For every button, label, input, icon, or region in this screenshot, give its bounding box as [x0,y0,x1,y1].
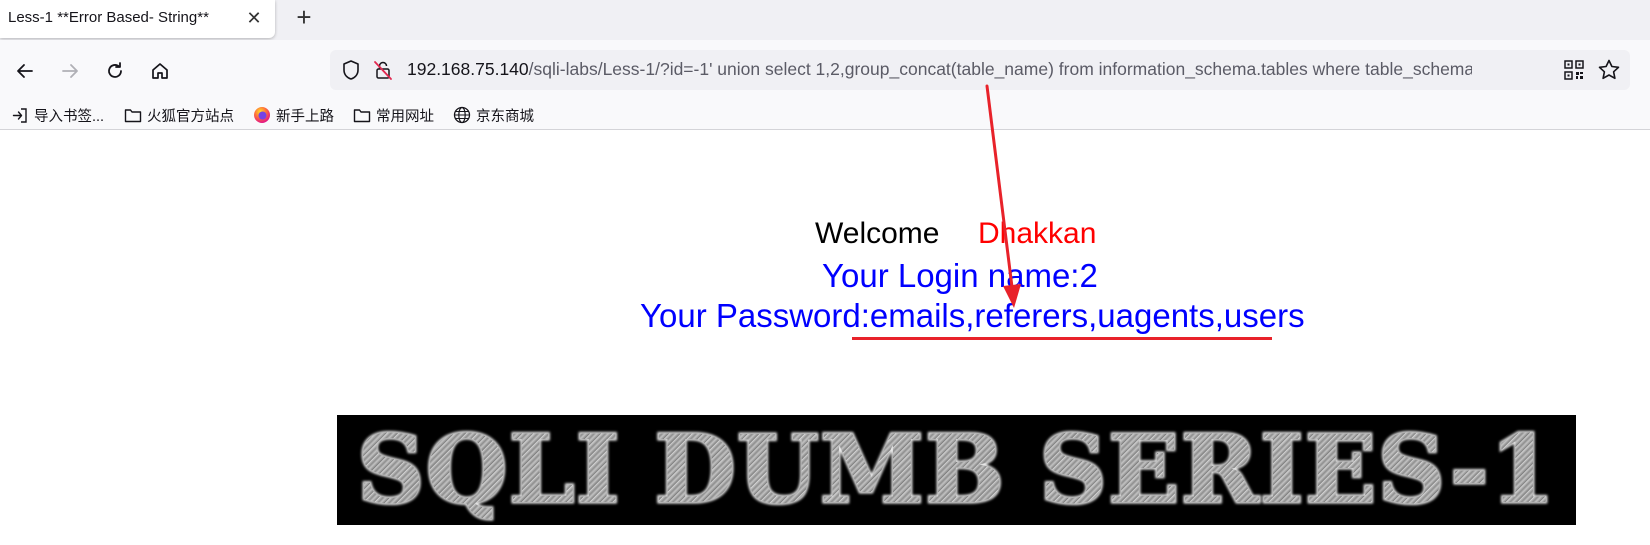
url-bar[interactable]: 192.168.75.140/sqli-labs/Less-1/?id=-1' … [330,50,1630,90]
shield-icon[interactable] [340,59,362,86]
banner-text: SQLI DUMB SERIES-1 [337,415,1576,525]
tab-title: Less-1 **Error Based- String** [8,9,209,26]
insecure-lock-icon[interactable] [372,59,394,86]
bookmark-label: 导入书签... [34,108,105,125]
folder-icon [124,108,142,122]
bookmark-getting-started[interactable]: 新手上路 [253,103,334,127]
bookmark-label: 火狐官方站点 [147,108,234,125]
bookmark-label: 常用网址 [376,108,434,125]
welcome-text: Welcome [815,217,940,250]
arrow-right-icon[interactable] [55,56,85,86]
url-host: 192.168.75.140 [407,59,529,79]
url-input[interactable]: 192.168.75.140/sqli-labs/Less-1/?id=-1' … [407,59,1472,80]
welcome-name: Dhakkan [978,217,1097,250]
reload-icon[interactable] [100,56,130,86]
folder-icon [353,108,371,122]
bookmark-common-sites[interactable]: 常用网址 [353,103,434,127]
globe-icon [453,106,471,124]
arrow-left-icon[interactable] [10,56,40,86]
bookmark-firefox-official[interactable]: 火狐官方站点 [124,103,234,127]
page-content: Welcome Dhakkan Your Login name:2 Your P… [0,131,1650,545]
tab-active[interactable]: Less-1 **Error Based- String** ✕ [0,0,275,38]
bookmark-import[interactable]: 导入书签... [12,103,104,127]
login-name-text: Your Login name:2 [822,257,1098,294]
navigation-bar: 192.168.75.140/sqli-labs/Less-1/?id=-1' … [0,40,1650,102]
password-text: Your Password:emails,referers,uagents,us… [640,297,1305,334]
bookmark-label: 新手上路 [276,108,334,125]
plus-icon[interactable]: + [290,4,318,32]
firefox-icon [254,107,270,123]
star-icon[interactable] [1597,58,1621,87]
url-path: /sqli-labs/Less-1/?id=-1' union select 1… [528,59,1472,79]
bookmark-jd-mall[interactable]: 京东商城 [453,103,534,127]
bookmarks-bar: 导入书签... 火狐官方站点 新手上路 常用网址 京东商城 [0,102,1650,130]
qr-code-icon[interactable] [1563,59,1585,86]
import-icon [12,107,27,123]
tab-strip: Less-1 **Error Based- String** ✕ + [0,0,1650,40]
bookmark-label: 京东商城 [476,108,534,125]
annotation-underline [852,337,1272,340]
close-icon[interactable]: ✕ [244,8,264,28]
banner-image: SQLI DUMB SERIES-1 SQLI DUMB SERIES-1 [337,415,1576,525]
home-icon[interactable] [145,56,175,86]
